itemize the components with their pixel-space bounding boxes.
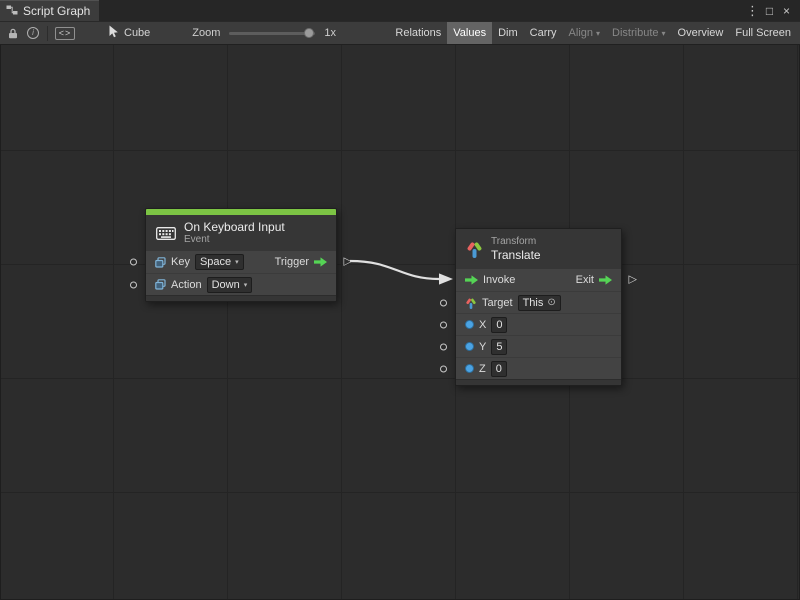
cursor-icon	[108, 25, 119, 41]
graph-context[interactable]: Cube	[108, 25, 150, 41]
y-input-port[interactable]	[440, 343, 447, 350]
zoom-label: Zoom	[192, 27, 220, 39]
z-field[interactable]: 0	[491, 361, 507, 377]
toolbar-separator	[47, 26, 48, 41]
key-label: Key	[171, 256, 190, 268]
invoke-row: Invoke Exit ▷	[456, 269, 621, 291]
transform-icon	[466, 240, 483, 258]
transform-type-icon	[465, 297, 477, 309]
node-header[interactable]: Transform Translate	[456, 229, 621, 269]
target-field[interactable]: This ⊙	[518, 295, 561, 311]
toolbar-buttons: Relations Values Dim Carry Align ▾ Distr…	[389, 22, 797, 44]
full-screen-button[interactable]: Full Screen	[729, 22, 797, 44]
close-icon[interactable]: ×	[778, 4, 795, 18]
node-category: Transform	[491, 236, 541, 248]
action-type-icon	[155, 279, 166, 290]
node-footer	[146, 295, 336, 301]
zoom-slider-knob[interactable]	[304, 28, 314, 38]
carry-button[interactable]: Carry	[524, 22, 563, 44]
window-controls: ⋮ □ ×	[744, 0, 800, 21]
node-footer	[456, 379, 621, 385]
lock-icon[interactable]	[3, 22, 23, 44]
node-body: Invoke Exit ▷	[456, 269, 621, 379]
relations-button[interactable]: Relations	[389, 22, 447, 44]
chevron-down-icon: ▾	[596, 29, 600, 38]
zoom-value: 1x	[324, 27, 336, 39]
trigger-label: Trigger	[275, 256, 309, 268]
y-field[interactable]: 5	[491, 339, 507, 355]
node-title: Translate	[491, 248, 541, 262]
action-dropdown[interactable]: Down ▾	[207, 277, 253, 293]
connection-wire	[0, 45, 800, 600]
target-input-port[interactable]	[440, 299, 447, 306]
x-label: X	[479, 319, 486, 331]
action-input-port[interactable]	[130, 281, 137, 288]
edit-script-icon[interactable]: <>	[52, 22, 78, 44]
tab-title: Script Graph	[23, 4, 90, 18]
z-input-port[interactable]	[440, 365, 447, 372]
node-subtitle: Event	[184, 234, 285, 246]
z-label: Z	[479, 363, 486, 375]
key-type-icon	[155, 257, 166, 268]
graph-icon	[6, 4, 18, 19]
node-translate[interactable]: Transform Translate Invoke Exit ▷	[455, 228, 622, 386]
graph-toolbar: i <> Cube Zoom 1x Relations Values Dim C…	[0, 21, 800, 45]
tab-script-graph[interactable]: Script Graph	[0, 0, 99, 21]
align-button[interactable]: Align ▾	[563, 22, 606, 44]
info-icon[interactable]: i	[23, 22, 43, 44]
y-row: Y 5	[456, 335, 621, 357]
x-field[interactable]: 0	[491, 317, 507, 333]
object-picker-icon[interactable]: ⊙	[547, 297, 555, 308]
target-label: Target	[482, 297, 513, 309]
x-input-port[interactable]	[440, 321, 447, 328]
target-row: Target This ⊙	[456, 291, 621, 313]
node-body: Key Space ▾ Trigger ▷	[146, 251, 336, 295]
x-row: X 0	[456, 313, 621, 335]
flow-arrow-icon	[465, 275, 478, 285]
overview-button[interactable]: Overview	[672, 22, 730, 44]
y-label: Y	[479, 341, 486, 353]
dim-button[interactable]: Dim	[492, 22, 524, 44]
titlebar: Script Graph ⋮ □ ×	[0, 0, 800, 21]
chevron-down-icon: ▾	[235, 258, 239, 266]
exit-output-port[interactable]: ▷	[629, 275, 637, 286]
float-port-icon	[465, 320, 474, 329]
maximize-icon[interactable]: □	[761, 4, 778, 18]
key-dropdown[interactable]: Space ▾	[195, 254, 244, 270]
chevron-down-icon: ▾	[662, 29, 666, 38]
action-label: Action	[171, 279, 202, 291]
node-header[interactable]: On Keyboard Input Event	[146, 215, 336, 251]
script-graph-window: Script Graph ⋮ □ × i <> Cube Zoom 1x	[0, 0, 800, 600]
trigger-output-port[interactable]: ▷	[344, 257, 352, 268]
graph-owner-label: Cube	[124, 27, 150, 39]
float-port-icon	[465, 364, 474, 373]
key-row: Key Space ▾ Trigger ▷	[146, 251, 336, 273]
keyboard-icon	[156, 227, 176, 240]
flow-arrow-icon	[314, 257, 327, 267]
values-button[interactable]: Values	[447, 22, 492, 44]
key-input-port[interactable]	[130, 259, 137, 266]
graph-canvas[interactable]: On Keyboard Input Event Key Space ▾	[0, 45, 800, 600]
z-row: Z 0	[456, 357, 621, 379]
action-row: Action Down ▾	[146, 273, 336, 295]
float-port-icon	[465, 342, 474, 351]
chevron-down-icon: ▾	[244, 281, 248, 289]
node-title: On Keyboard Input	[184, 220, 285, 234]
window-menu-icon[interactable]: ⋮	[744, 3, 761, 19]
node-on-keyboard-input[interactable]: On Keyboard Input Event Key Space ▾	[145, 208, 337, 302]
zoom-slider[interactable]	[229, 32, 315, 35]
distribute-button[interactable]: Distribute ▾	[606, 22, 671, 44]
flow-arrow-icon	[599, 275, 612, 285]
exit-label: Exit	[576, 274, 594, 286]
invoke-label: Invoke	[483, 274, 515, 286]
